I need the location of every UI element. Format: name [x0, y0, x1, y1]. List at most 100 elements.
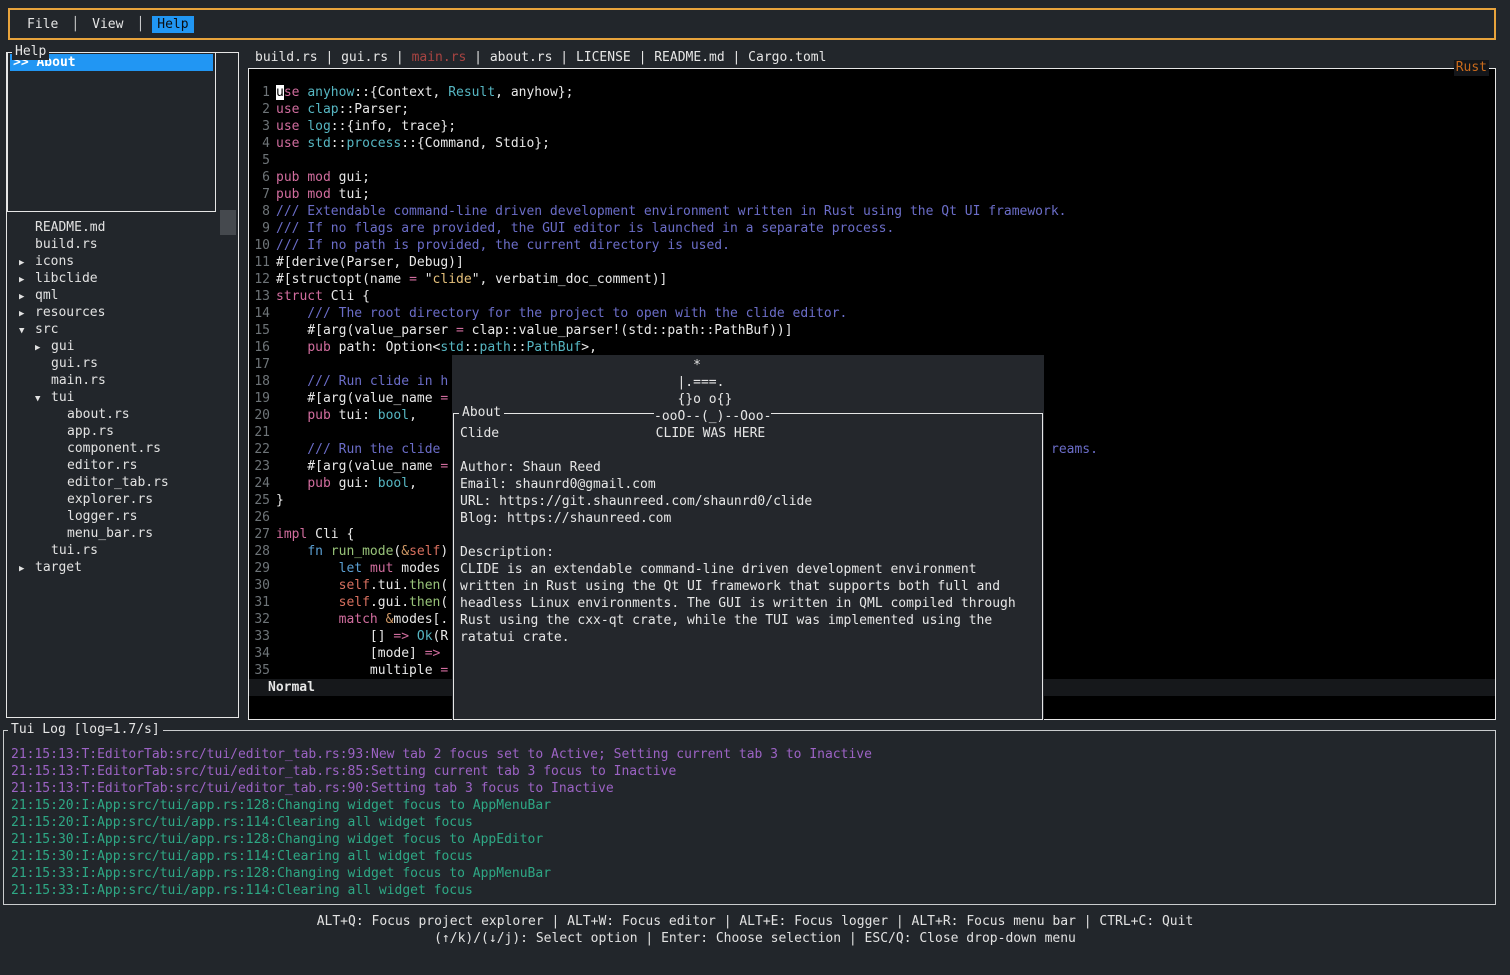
tree-item-menu-bar-rs[interactable]: menu_bar.rs	[7, 525, 238, 542]
line-number: 35	[252, 662, 270, 679]
tree-item-tui[interactable]: ▼tui	[7, 389, 238, 406]
code-token	[276, 340, 307, 355]
code-token	[409, 629, 417, 644]
code-line: 16 pub path: Option<std::path::PathBuf>,	[249, 339, 1067, 356]
tab-about-rs[interactable]: about.rs	[490, 50, 553, 65]
line-number: 22	[252, 441, 270, 458]
log-line-trace: 21:15:13:T:EditorTab:src/tui/editor_tab.…	[11, 763, 872, 780]
menu-separator: │	[63, 17, 87, 32]
code-line: 7pub mod tui;	[249, 186, 1067, 203]
line-number: 17	[252, 356, 270, 373]
menu-item-help[interactable]: Help	[152, 16, 193, 33]
tree-item-explorer-rs[interactable]: explorer.rs	[7, 491, 238, 508]
code-token: =	[440, 459, 448, 474]
line-number: 8	[252, 203, 270, 220]
code-token: )	[440, 544, 448, 559]
line-number: 26	[252, 509, 270, 526]
line-number: 24	[252, 475, 270, 492]
tab-license[interactable]: LICENSE	[576, 50, 631, 65]
tree-item-component-rs[interactable]: component.rs	[7, 440, 238, 457]
code-line: 10 /// If no path is provided, the curren…	[249, 237, 1067, 254]
code-token: ::{info, trace};	[331, 119, 456, 134]
tree-item-editor-tab-rs[interactable]: editor_tab.rs	[7, 474, 238, 491]
code-token	[276, 544, 307, 559]
tree-item-src[interactable]: ▼src	[7, 321, 238, 338]
code-token: (	[440, 595, 448, 610]
code-token: self	[339, 578, 370, 593]
code-token: ::{Context,	[354, 85, 448, 100]
menu-items: File│View│Help	[22, 16, 194, 33]
tab-cargo-toml[interactable]: Cargo.toml	[748, 50, 826, 65]
code-token: ::	[511, 340, 527, 355]
code-token: match	[339, 612, 378, 627]
code-token: struct	[276, 289, 323, 304]
code-token: bool	[378, 476, 409, 491]
tree-item-target[interactable]: ▶target	[7, 559, 238, 576]
log-panel-title: Tui Log [log=1.7/s]	[8, 722, 163, 738]
line-number: 25	[252, 492, 270, 509]
code-line: 12#[structopt(name = "clide", verbatim_d…	[249, 271, 1067, 288]
code-token: gui:	[331, 476, 378, 491]
menu-item-file[interactable]: File	[22, 16, 63, 33]
code-token: use	[276, 136, 299, 151]
code-token: log	[307, 119, 330, 134]
line-number: 4	[252, 135, 270, 152]
keybinding-help-bar: ALT+Q: Focus project explorer | ALT+W: F…	[0, 913, 1510, 947]
tab-readme-md[interactable]: README.md	[654, 50, 724, 65]
tab-separator: |	[388, 50, 411, 65]
tree-item-about-rs[interactable]: about.rs	[7, 406, 238, 423]
log-lines: 21:15:13:T:EditorTab:src/tui/editor_tab.…	[11, 746, 872, 899]
code-line: 1use anyhow::{Context, Result, anyhow};	[249, 84, 1067, 101]
tree-item-label: explorer.rs	[67, 492, 153, 507]
line-number: 19	[252, 390, 270, 407]
tree-item-label: editor_tab.rs	[67, 475, 169, 490]
about-popup-title: About	[459, 405, 504, 421]
about-popup: * |.===. {}o o{} -ooO--(_)--Ooo- About C…	[452, 355, 1044, 720]
menu-item-view[interactable]: View	[87, 16, 128, 33]
line-number: 10	[252, 237, 270, 254]
code-token: .tui.	[370, 578, 409, 593]
about-popup-box: About Clide CLIDE WAS HERE Author: Shaun…	[453, 413, 1043, 720]
tab-gui-rs[interactable]: gui.rs	[341, 50, 388, 65]
tree-item-app-rs[interactable]: app.rs	[7, 423, 238, 440]
tree-item-icons[interactable]: ▶icons	[7, 253, 238, 270]
tree-item-gui-rs[interactable]: gui.rs	[7, 355, 238, 372]
editor-tab-bar: build.rs | gui.rs | main.rs | about.rs |…	[255, 49, 826, 66]
code-line: 3use log::{info, trace};	[249, 118, 1067, 135]
tree-item-editor-rs[interactable]: editor.rs	[7, 457, 238, 474]
tree-item-readme-md[interactable]: README.md	[7, 219, 238, 236]
line-number: 16	[252, 339, 270, 356]
tree-item-main-rs[interactable]: main.rs	[7, 372, 238, 389]
tree-item-resources[interactable]: ▶resources	[7, 304, 238, 321]
code-token: Cli {	[323, 289, 370, 304]
code-token	[276, 612, 339, 627]
tree-item-gui[interactable]: ▶gui	[7, 338, 238, 355]
tree-item-logger-rs[interactable]: logger.rs	[7, 508, 238, 525]
tree-item-label: build.rs	[35, 237, 98, 252]
code-line: 8/// Extendable command-line driven deve…	[249, 203, 1067, 220]
tree-item-qml[interactable]: ▶qml	[7, 287, 238, 304]
tree-item-tui-rs[interactable]: tui.rs	[7, 542, 238, 559]
code-token: path	[480, 340, 511, 355]
tree-item-label: logger.rs	[67, 509, 137, 524]
line-number: 9	[252, 220, 270, 237]
line-number: 5	[252, 152, 270, 169]
tree-item-label: app.rs	[67, 424, 114, 439]
help-dropdown: Help >> About	[7, 52, 216, 212]
code-token: /// If no path is provided, the current …	[276, 238, 730, 253]
line-number: 18	[252, 373, 270, 390]
explorer-scrollbar-thumb[interactable]	[220, 210, 236, 235]
tab-main-rs[interactable]: main.rs	[412, 50, 467, 65]
code-token: use	[276, 102, 299, 117]
tree-item-libclide[interactable]: ▶libclide	[7, 270, 238, 287]
tree-item-build-rs[interactable]: build.rs	[7, 236, 238, 253]
code-token: gui;	[331, 170, 370, 185]
line-number: 33	[252, 628, 270, 645]
tab-build-rs[interactable]: build.rs	[255, 50, 318, 65]
line-number: 28	[252, 543, 270, 560]
tui-log-panel[interactable]: Tui Log [log=1.7/s] 21:15:13:T:EditorTab…	[3, 730, 1496, 905]
code-line: 13struct Cli {	[249, 288, 1067, 305]
tree-item-label: resources	[35, 305, 105, 320]
code-token: =	[456, 323, 464, 338]
tree-item-label: icons	[35, 254, 74, 269]
